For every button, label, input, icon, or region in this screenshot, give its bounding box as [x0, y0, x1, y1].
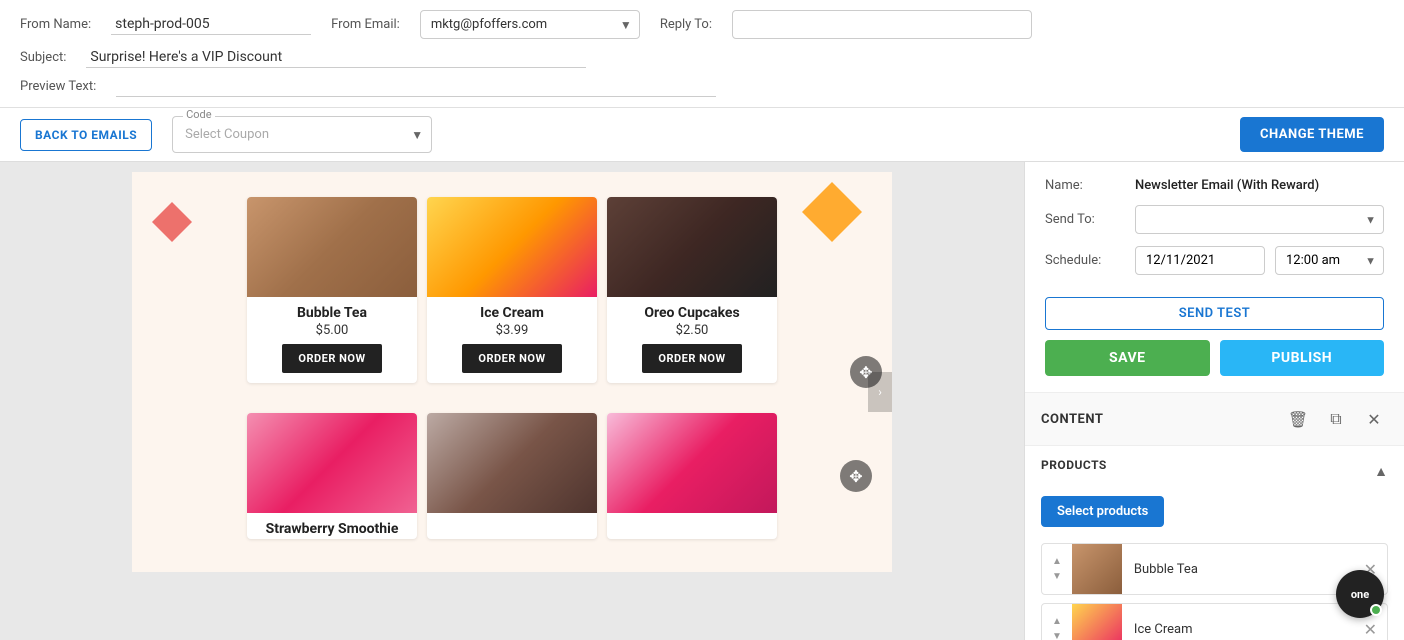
back-to-emails-button[interactable]: BACK TO EMAILS	[20, 119, 152, 151]
one-badge[interactable]: one	[1336, 570, 1384, 618]
product-card-cake	[607, 413, 777, 539]
ice-cream-order-button[interactable]: ORDER NOW	[462, 344, 561, 373]
send-to-label: Send To:	[1045, 212, 1125, 227]
list-item: ▲ ▼ Ice Cream ✕	[1041, 603, 1388, 640]
ice-cream-list-name: Ice Cream	[1122, 622, 1354, 637]
sidebar-top: Name: Newsletter Email (With Reward) Sen…	[1025, 162, 1404, 393]
bubble-tea-image	[247, 197, 417, 297]
bubble-tea-name: Bubble Tea	[247, 297, 417, 323]
coupon-wrapper: Code Select Coupon ▼	[172, 116, 432, 153]
send-to-wrapper: ▼	[1135, 205, 1384, 234]
move-up-ice-cream-button[interactable]: ▲	[1048, 615, 1066, 628]
preview-text-label: Preview Text:	[20, 79, 96, 94]
send-to-field-row: Send To: ▼	[1045, 205, 1384, 234]
move-down-bubble-button[interactable]: ▼	[1048, 570, 1066, 583]
schedule-field-row: Schedule: 12:00 am ▼	[1045, 246, 1384, 275]
canvas-side-arrow[interactable]: ›	[868, 372, 892, 412]
oreo-price: $2.50	[607, 323, 777, 344]
subject-label: Subject:	[20, 50, 66, 65]
schedule-time-select[interactable]: 12:00 am	[1275, 246, 1384, 275]
products-grid-row2: Strawberry Smoothie	[132, 408, 892, 564]
move-up-bubble-button[interactable]: ▲	[1048, 555, 1066, 568]
send-test-button[interactable]: SEND TEST	[1045, 297, 1384, 330]
oreo-image	[607, 197, 777, 297]
coupon-select[interactable]: Select Coupon	[173, 117, 431, 152]
header-row-1: From Name: From Email: mktg@pfoffers.com…	[20, 10, 1384, 39]
preview-text-input[interactable]	[116, 76, 716, 97]
header-row-2: Subject:	[20, 47, 1384, 68]
content-copy-button[interactable]: ⧉	[1322, 405, 1350, 433]
products-collapse-button[interactable]: ▲	[1374, 463, 1388, 480]
drag-handle-icon-2[interactable]: ✥	[840, 460, 872, 492]
from-email-select[interactable]: mktg@pfoffers.com	[420, 10, 640, 39]
product-card-oreo: Oreo Cupcakes $2.50 ORDER NOW	[607, 197, 777, 383]
smoothie-name: Strawberry Smoothie	[247, 513, 417, 539]
toolbar: BACK TO EMAILS Code Select Coupon ▼ CHAN…	[0, 108, 1404, 162]
from-name-input[interactable]	[111, 14, 311, 35]
publish-button[interactable]: PUBLISH	[1220, 340, 1385, 376]
name-field-label: Name:	[1045, 178, 1125, 193]
smoothie-image	[247, 413, 417, 513]
header-bar: From Name: From Email: mktg@pfoffers.com…	[0, 0, 1404, 108]
product-card-ice-cream: Ice Cream $3.99 ORDER NOW	[427, 197, 597, 383]
from-name-label: From Name:	[20, 17, 91, 32]
products-grid-row1: Bubble Tea $5.00 ORDER NOW Ice Cream $3.…	[132, 172, 892, 408]
subject-input[interactable]	[86, 47, 586, 68]
product-card-pancakes	[427, 413, 597, 539]
content-close-button[interactable]: ✕	[1360, 405, 1388, 433]
one-badge-status-dot	[1370, 604, 1382, 616]
oreo-order-button[interactable]: ORDER NOW	[642, 344, 741, 373]
bubble-tea-price: $5.00	[247, 323, 417, 344]
product-item-controls-ice: ▲ ▼	[1042, 611, 1072, 640]
product-item-controls-bubble: ▲ ▼	[1042, 551, 1072, 587]
select-products-button[interactable]: Select products	[1041, 496, 1164, 527]
from-email-wrapper: mktg@pfoffers.com ▼	[420, 10, 640, 39]
cake-image	[607, 413, 777, 513]
main-area: Bubble Tea $5.00 ORDER NOW Ice Cream $3.…	[0, 162, 1404, 640]
content-panel-title: CONTENT	[1041, 412, 1274, 427]
action-buttons: SAVE PUBLISH	[1045, 340, 1384, 376]
ice-cream-image	[427, 197, 597, 297]
content-delete-button[interactable]: 🗑	[1284, 405, 1312, 433]
move-down-ice-cream-button[interactable]: ▼	[1048, 630, 1066, 640]
email-canvas: Bubble Tea $5.00 ORDER NOW Ice Cream $3.…	[0, 162, 1024, 640]
content-panel-header: CONTENT 🗑 ⧉ ✕	[1025, 393, 1404, 446]
one-badge-text: one	[1351, 588, 1369, 601]
bubble-tea-order-button[interactable]: ORDER NOW	[282, 344, 381, 373]
ice-cream-price: $3.99	[427, 323, 597, 344]
schedule-label: Schedule:	[1045, 253, 1125, 268]
change-theme-button[interactable]: CHANGE THEME	[1240, 117, 1384, 152]
schedule-date-input[interactable]	[1135, 246, 1265, 275]
ice-cream-name: Ice Cream	[427, 297, 597, 323]
bubble-tea-thumb	[1072, 544, 1122, 594]
right-sidebar: Name: Newsletter Email (With Reward) Sen…	[1024, 162, 1404, 640]
from-email-label: From Email:	[331, 17, 400, 32]
schedule-time-wrapper: 12:00 am ▼	[1275, 246, 1384, 275]
oreo-name: Oreo Cupcakes	[607, 297, 777, 323]
product-card-bubble-tea: Bubble Tea $5.00 ORDER NOW	[247, 197, 417, 383]
send-to-select[interactable]	[1135, 205, 1384, 234]
coupon-label: Code	[183, 108, 214, 121]
save-button[interactable]: SAVE	[1045, 340, 1210, 376]
name-field-row: Name: Newsletter Email (With Reward)	[1045, 178, 1384, 193]
products-section-label: PRODUCTS	[1041, 458, 1107, 472]
header-row-3: Preview Text:	[20, 76, 1384, 97]
reply-to-input[interactable]	[732, 10, 1032, 39]
product-card-smoothie: Strawberry Smoothie	[247, 413, 417, 539]
reply-to-label: Reply To:	[660, 17, 712, 32]
ice-cream-thumb	[1072, 604, 1122, 640]
bubble-tea-list-name: Bubble Tea	[1122, 562, 1354, 577]
pancakes-image	[427, 413, 597, 513]
email-body: Bubble Tea $5.00 ORDER NOW Ice Cream $3.…	[132, 172, 892, 572]
email-name-value: Newsletter Email (With Reward)	[1135, 178, 1319, 193]
